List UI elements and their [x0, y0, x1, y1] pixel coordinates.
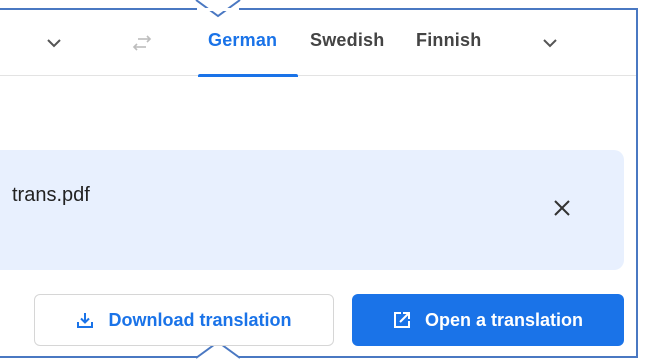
source-language-dropdown[interactable]	[38, 27, 70, 59]
chevron-down-icon	[47, 39, 61, 48]
remove-file-button[interactable]	[544, 190, 580, 226]
open-translation-button[interactable]: Open a translation	[352, 294, 624, 346]
swap-languages-button[interactable]	[126, 27, 158, 59]
open-translation-label: Open a translation	[424, 309, 584, 330]
chevron-down-icon	[543, 39, 557, 48]
close-icon	[554, 200, 570, 216]
open-external-icon	[393, 311, 411, 329]
tab-german[interactable]: German	[208, 30, 277, 54]
selected-tab-indicator	[198, 74, 298, 77]
file-name: trans.pdf	[12, 184, 90, 206]
download-translation-label: Download translation	[108, 309, 292, 330]
language-bar: German Swedish Finnish	[0, 10, 636, 77]
tab-finnish[interactable]: Finnish	[416, 30, 481, 54]
download-translation-button[interactable]: Download translation	[34, 294, 334, 346]
callout-frame-right	[636, 8, 638, 358]
target-language-dropdown[interactable]	[534, 27, 566, 59]
translate-document-panel: German Swedish Finnish trans.pdf Downloa…	[0, 0, 646, 360]
download-icon	[76, 311, 94, 329]
callout-frame-bottom	[0, 356, 638, 358]
uploaded-file-card: trans.pdf	[0, 150, 624, 270]
tab-swedish[interactable]: Swedish	[310, 30, 384, 54]
swap-arrows-icon	[132, 35, 152, 51]
